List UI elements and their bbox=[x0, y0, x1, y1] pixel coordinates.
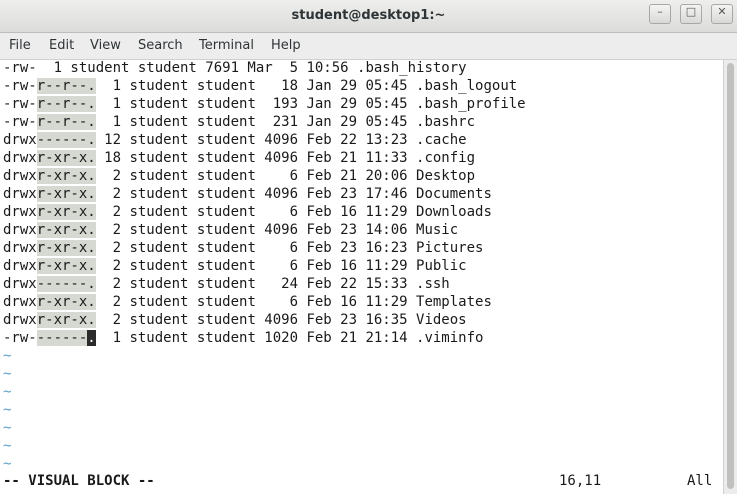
visual-block-selection: r-xr-x. bbox=[36, 150, 96, 166]
minimize-icon[interactable]: – bbox=[649, 4, 671, 24]
listing-line: -rw-r--r--. 1 student student 193 Jan 29… bbox=[3, 96, 526, 112]
menu-terminal[interactable]: Terminal bbox=[199, 38, 254, 53]
maximize-icon[interactable]: □ bbox=[680, 4, 702, 24]
text-cursor: . bbox=[87, 330, 96, 346]
listing-line: drwx------. 2 student student 24 Feb 22 … bbox=[3, 276, 450, 292]
listing-line: drwxr-xr-x. 2 student student 6 Feb 23 1… bbox=[3, 240, 484, 256]
empty-line-tilde: ~ bbox=[3, 456, 12, 472]
listing-line: drwxr-xr-x. 2 student student 4096 Feb 2… bbox=[3, 222, 459, 238]
menu-search[interactable]: Search bbox=[138, 38, 183, 53]
visual-block-selection: r-xr-x. bbox=[36, 204, 96, 220]
listing-line: drwxr-xr-x. 2 student student 6 Feb 16 1… bbox=[3, 258, 467, 274]
visual-block-selection: r--r--. bbox=[36, 114, 96, 130]
listing-line: -rw-------. 1 student student 1020 Feb 2… bbox=[3, 330, 484, 346]
visual-block-selection: r--r--. bbox=[36, 78, 96, 94]
title-bar[interactable]: student@desktop1:~ – □ ✕ bbox=[0, 0, 737, 33]
visual-block-selection: r--r--. bbox=[36, 96, 96, 112]
listing-line: drwxr-xr-x. 2 student student 4096 Feb 2… bbox=[3, 312, 467, 328]
listing-line: -rw-r--r--. 1 student student 18 Jan 29 … bbox=[3, 78, 518, 94]
close-icon[interactable]: ✕ bbox=[711, 4, 733, 24]
listing-line: drwxr-xr-x. 2 student student 6 Feb 16 1… bbox=[3, 204, 492, 220]
visual-block-selection: r-xr-x. bbox=[36, 294, 96, 310]
menu-file[interactable]: File bbox=[9, 38, 31, 53]
terminal-window: student@desktop1:~ – □ ✕ File Edit View … bbox=[0, 0, 737, 494]
visual-block-selection: ------. bbox=[36, 276, 96, 292]
listing-line: -rw-r--r--. 1 student student 231 Jan 29… bbox=[3, 114, 476, 130]
listing-line: -rw- 1 student student 7691 Mar 5 10:56 … bbox=[3, 60, 467, 76]
visual-block-selection: r-xr-x. bbox=[36, 240, 96, 256]
empty-line-tilde: ~ bbox=[3, 348, 12, 364]
empty-line-tilde: ~ bbox=[3, 366, 12, 382]
listing-line: drwxr-xr-x. 2 student student 4096 Feb 2… bbox=[3, 186, 492, 202]
empty-line-tilde: ~ bbox=[3, 438, 12, 454]
visual-block-selection: ------. bbox=[36, 132, 96, 148]
empty-line-tilde: ~ bbox=[3, 420, 12, 436]
menu-help[interactable]: Help bbox=[271, 38, 301, 53]
cursor-position: 16,11 bbox=[559, 473, 602, 489]
visual-block-selection: r-xr-x. bbox=[36, 258, 96, 274]
visual-block-selection: r-xr-x. bbox=[36, 168, 96, 184]
empty-line-tilde: ~ bbox=[3, 384, 12, 400]
empty-line-tilde: ~ bbox=[3, 402, 12, 418]
visual-block-selection: r-xr-x. bbox=[36, 222, 96, 238]
visual-block-selection: r-xr-x. bbox=[36, 186, 96, 202]
menu-bar: File Edit View Search Terminal Help bbox=[0, 33, 737, 60]
terminal-area[interactable]: -rw- 1 student student 7691 Mar 5 10:56 … bbox=[0, 60, 723, 494]
listing-line: drwxr-xr-x. 18 student student 4096 Feb … bbox=[3, 150, 476, 166]
scrollbar-thumb[interactable] bbox=[727, 63, 734, 489]
listing-line: drwxr-xr-x. 2 student student 6 Feb 21 2… bbox=[3, 168, 476, 184]
visual-block-selection: ------ bbox=[36, 330, 88, 346]
menu-view[interactable]: View bbox=[90, 38, 121, 53]
window-title: student@desktop1:~ bbox=[291, 8, 446, 23]
menu-edit[interactable]: Edit bbox=[49, 38, 74, 53]
vertical-scrollbar[interactable] bbox=[723, 60, 737, 494]
scroll-indicator: All bbox=[687, 473, 713, 489]
visual-block-selection: r-xr-x. bbox=[36, 312, 96, 328]
listing-line: drwx------. 12 student student 4096 Feb … bbox=[3, 132, 467, 148]
listing-line: drwxr-xr-x. 2 student student 6 Feb 16 1… bbox=[3, 294, 492, 310]
vim-mode-indicator: -- VISUAL BLOCK -- bbox=[3, 473, 155, 489]
